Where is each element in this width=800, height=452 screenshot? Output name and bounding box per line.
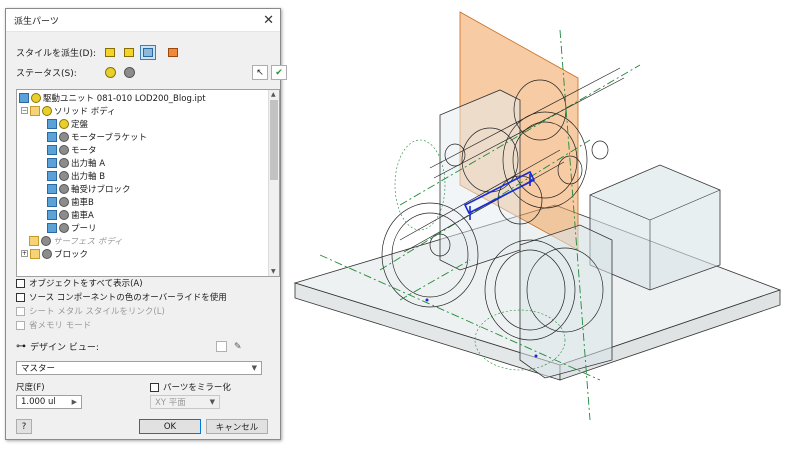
chevron-down-icon: ▼: [209, 398, 215, 406]
design-view-pin-icon[interactable]: ✎: [234, 342, 242, 352]
collapse-icon[interactable]: −: [21, 107, 28, 114]
scale-label: 尺度(F): [16, 383, 45, 393]
reduced-memory-checkbox: 省メモリ モード: [16, 319, 91, 331]
close-icon[interactable]: ✕: [263, 13, 274, 28]
status-exclude-icon: [59, 196, 69, 207]
scroll-up-icon[interactable]: ▲: [271, 91, 276, 98]
dialog-title: 派生パーツ: [14, 16, 59, 27]
tree-item-body[interactable]: 出力軸 B: [47, 169, 105, 182]
status-exclude-icon: [59, 157, 69, 168]
design-view-select[interactable]: マスター ▼: [16, 361, 262, 375]
apply-check-button[interactable]: ✔: [271, 65, 287, 80]
body-icon: [47, 183, 57, 194]
style-surface-button[interactable]: [165, 45, 181, 60]
body-icon: [47, 209, 57, 220]
body-icon: [47, 131, 57, 142]
derive-part-dialog: 派生パーツ ✕ スタイルを派生(D): ステータス(S): ↖ ✔ 駆動ユニット…: [5, 8, 287, 440]
folder-icon: [30, 105, 40, 116]
tree-item-solid-bodies[interactable]: − ソリッド ボディ: [21, 104, 116, 117]
cancel-button[interactable]: キャンセル: [206, 419, 268, 434]
body-icon: [47, 157, 57, 168]
tree-item-body[interactable]: 歯車A: [47, 208, 94, 221]
body-icon: [47, 222, 57, 233]
help-button[interactable]: ?: [16, 419, 32, 434]
status-exclude-icon: [42, 248, 52, 259]
tree-scrollbar[interactable]: ▲ ▼: [268, 90, 279, 276]
design-view-icon: ⊶: [16, 341, 26, 352]
body-icon: [47, 144, 57, 155]
status-include-button[interactable]: [102, 65, 118, 80]
body-icon: [47, 170, 57, 181]
sheetmetal-link-checkbox: シート メタル スタイルをリンク(L): [16, 305, 165, 317]
tree-item-body[interactable]: 歯車B: [47, 195, 94, 208]
status-include-icon: [31, 92, 41, 103]
status-exclude-icon: [59, 222, 69, 233]
status-exclude-button[interactable]: [121, 65, 137, 80]
status-exclude-icon: [59, 209, 69, 220]
status-exclude-icon: [59, 170, 69, 181]
status-exclude-icon: [59, 144, 69, 155]
scroll-down-icon[interactable]: ▼: [271, 268, 276, 275]
style-merge-button[interactable]: [121, 45, 137, 60]
scroll-thumb[interactable]: [270, 100, 278, 180]
tree-item-body[interactable]: プーリ: [47, 221, 97, 234]
style-multi-body-button[interactable]: [140, 45, 156, 60]
body-icon: [47, 196, 57, 207]
body-icon: [47, 118, 57, 129]
design-view-row: ⊶ デザイン ビュー: ✎: [16, 340, 242, 353]
ok-button[interactable]: OK: [139, 419, 201, 434]
tree-item-root[interactable]: 駆動ユニット 081-010 LOD200_Blog.ipt: [19, 91, 206, 104]
select-arrow-button[interactable]: ↖: [252, 65, 268, 80]
status-include-icon: [59, 118, 69, 129]
tree-item-surface-bodies[interactable]: サーフェス ボディ: [29, 234, 123, 247]
derive-style-row: スタイルを派生(D):: [16, 45, 184, 60]
dialog-titlebar: 派生パーツ ✕: [6, 9, 280, 32]
chevron-down-icon: ▼: [251, 364, 257, 372]
scale-input[interactable]: 1.000 ul ▶: [16, 395, 82, 409]
style-single-body-button[interactable]: [102, 45, 118, 60]
design-view-lock-box[interactable]: [216, 341, 227, 352]
derive-style-label: スタイルを派生(D):: [16, 49, 96, 59]
status-label: ステータス(S):: [16, 69, 77, 79]
show-all-checkbox[interactable]: オブジェクトをすべて表示(A): [16, 277, 143, 289]
status-include-icon: [42, 105, 52, 116]
status-exclude-icon: [41, 235, 51, 246]
tree-item-body[interactable]: 軸受けブロック: [47, 182, 131, 195]
mirror-part-checkbox[interactable]: パーツをミラー化: [150, 381, 231, 393]
expand-icon[interactable]: +: [21, 250, 28, 257]
status-row: ステータス(S): ↖ ✔: [16, 65, 290, 80]
mirror-plane-select: XY 平面 ▼: [150, 395, 220, 409]
tree-item-body[interactable]: モーターブラケット: [47, 130, 147, 143]
design-view-label: デザイン ビュー:: [30, 343, 99, 353]
folder-icon: [29, 235, 39, 246]
tree-item-body[interactable]: モータ: [47, 143, 97, 156]
folder-icon: [30, 248, 40, 259]
status-exclude-icon: [59, 183, 69, 194]
body-tree[interactable]: 駆動ユニット 081-010 LOD200_Blog.ipt − ソリッド ボデ…: [16, 89, 280, 277]
chevron-right-icon: ▶: [71, 398, 77, 406]
status-exclude-icon: [59, 131, 69, 142]
tree-item-blocks[interactable]: + ブロック: [21, 247, 88, 260]
tree-item-body[interactable]: 出力軸 A: [47, 156, 105, 169]
tree-item-body[interactable]: 定盤: [47, 117, 88, 130]
part-icon: [19, 92, 29, 103]
override-color-checkbox[interactable]: ソース コンポーネントの色のオーバーライドを使用: [16, 291, 227, 303]
